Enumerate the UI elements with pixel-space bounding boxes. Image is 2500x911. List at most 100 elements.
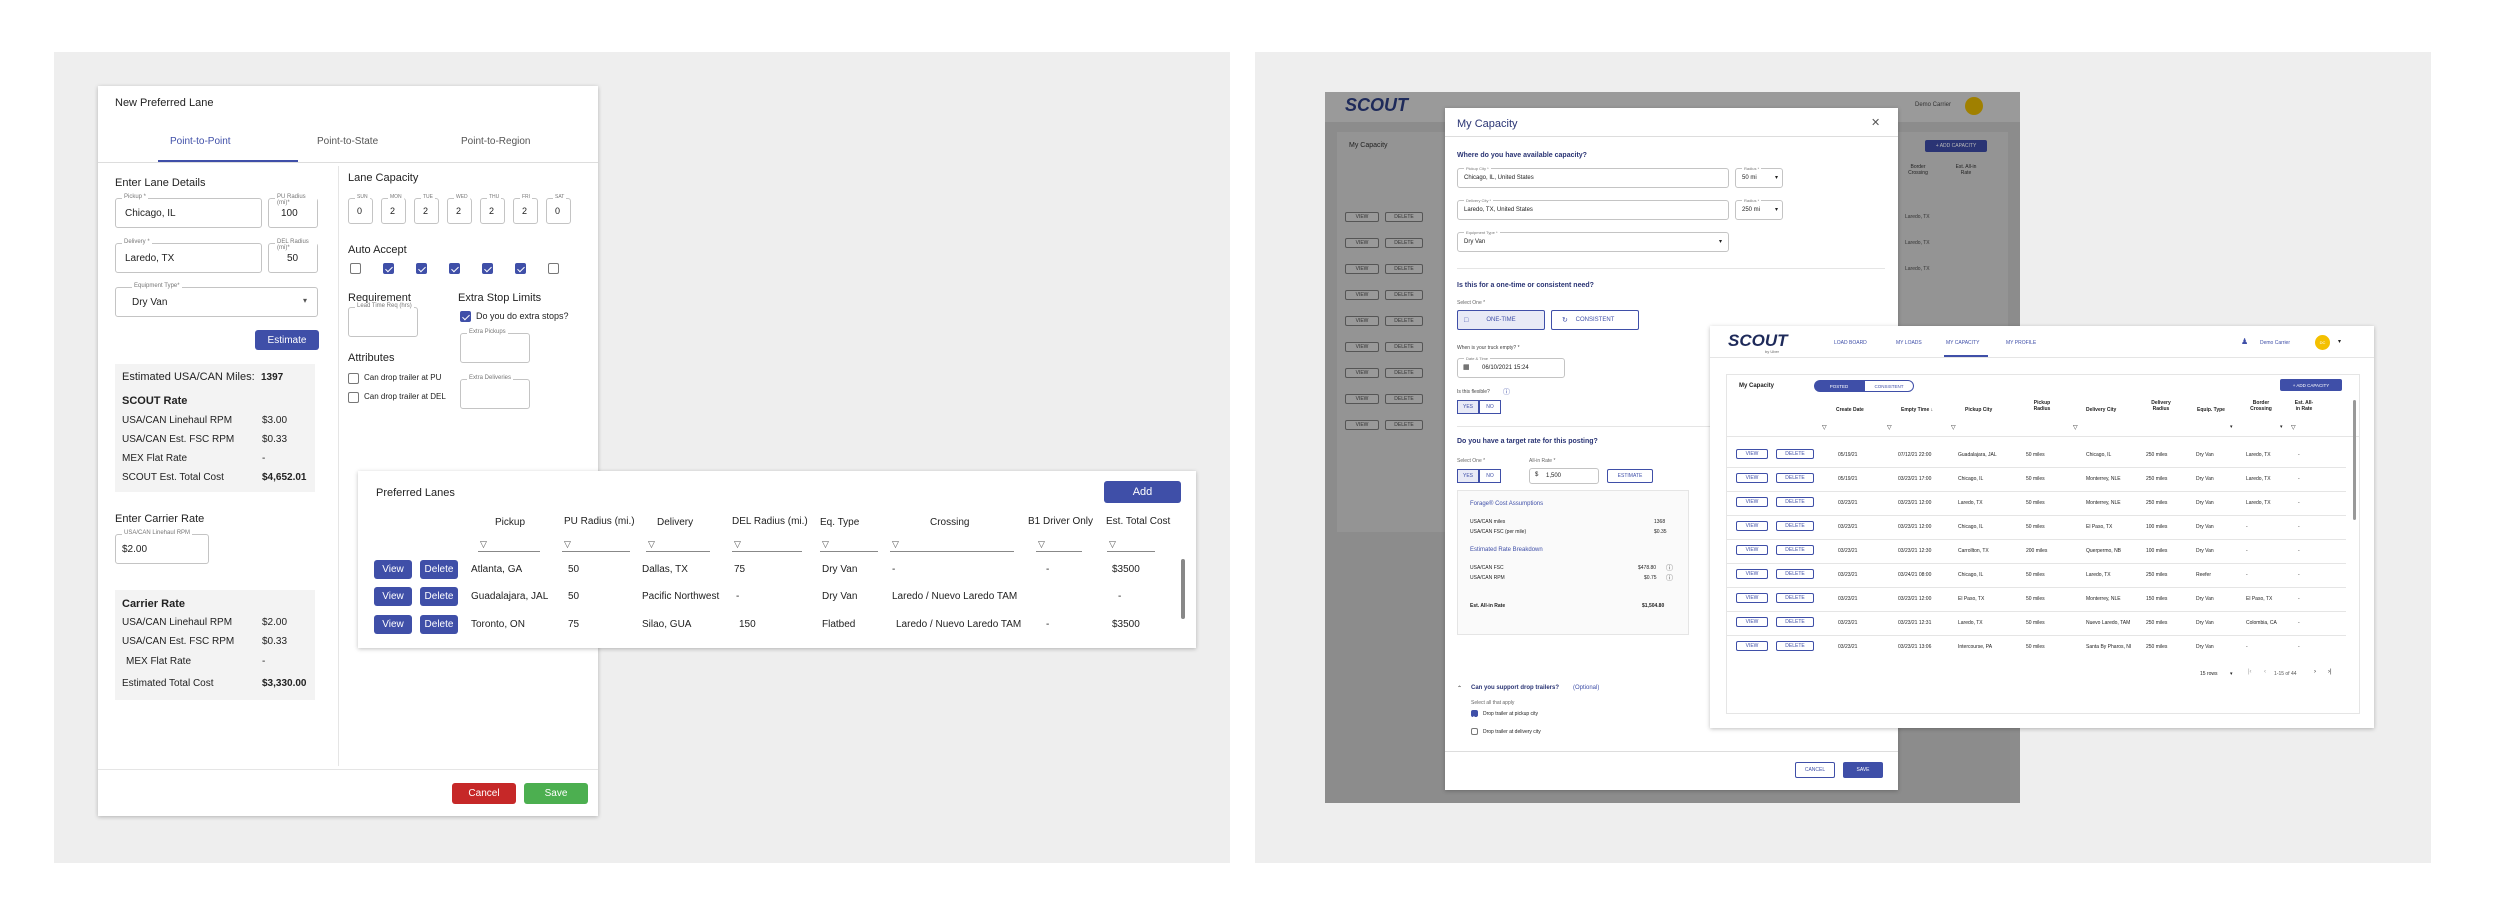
filter-icon[interactable]: ▽ bbox=[892, 539, 899, 550]
modal-save-button[interactable]: SAVE bbox=[1843, 762, 1883, 778]
auto-accept-mon[interactable] bbox=[383, 263, 394, 274]
equipment-select[interactable]: Equipment Type* Dry Van ▾ bbox=[115, 283, 318, 317]
chevron-down-icon[interactable]: ▾ bbox=[2280, 424, 2283, 430]
radius1-select[interactable]: Radius * 50 mi ▾ bbox=[1735, 166, 1783, 188]
delete-button[interactable]: DELETE bbox=[1776, 449, 1814, 459]
filter-icon[interactable]: ▽ bbox=[480, 539, 487, 550]
pickup-field[interactable]: Pickup * Chicago, IL bbox=[115, 194, 262, 228]
delete-button[interactable]: DELETE bbox=[1776, 641, 1814, 651]
filter-icon[interactable]: ▽ bbox=[2291, 424, 2296, 431]
drop-pickup-checkbox[interactable] bbox=[1471, 710, 1478, 717]
day-sat[interactable]: SAT 0 bbox=[546, 194, 571, 224]
toggle-consistent[interactable]: CONSISTENT bbox=[1864, 380, 1914, 392]
day-thu[interactable]: THU 2 bbox=[480, 194, 505, 224]
extra-stops-checkbox[interactable] bbox=[460, 311, 471, 322]
carrier-rpm-field[interactable]: USA/CAN Linehaul RPM $2.00 bbox=[115, 530, 209, 564]
view-button[interactable]: VIEW bbox=[1736, 545, 1768, 555]
filter-icon[interactable]: ▽ bbox=[734, 539, 741, 550]
info-icon[interactable]: ⓘ bbox=[1503, 387, 1510, 397]
del-radius-field[interactable]: DEL Radius (mi)* 50 bbox=[268, 239, 318, 273]
lead-time-field[interactable]: Lead Time Req (hrs) bbox=[348, 303, 418, 337]
modal-cancel-button[interactable]: CANCEL bbox=[1795, 762, 1835, 778]
next-page-icon[interactable]: › bbox=[2314, 669, 2316, 675]
info-icon[interactable]: ⓘ bbox=[1666, 563, 1673, 573]
nav-my-profile[interactable]: MY PROFILE bbox=[2006, 340, 2036, 346]
tab-point-to-region[interactable]: Point-to-Region bbox=[461, 136, 530, 147]
auto-accept-wed[interactable] bbox=[449, 263, 460, 274]
view-button[interactable]: View bbox=[374, 560, 412, 579]
view-button[interactable]: VIEW bbox=[1736, 497, 1768, 507]
filter-icon[interactable]: ▽ bbox=[648, 539, 655, 550]
one-time-option[interactable]: □ ONE-TIME bbox=[1457, 310, 1545, 330]
delete-button[interactable]: DELETE bbox=[1776, 497, 1814, 507]
all-in-rate-field[interactable]: $1,500 bbox=[1529, 468, 1599, 484]
flexible-yes[interactable]: YES bbox=[1457, 400, 1479, 414]
filter-icon[interactable]: ▽ bbox=[1109, 539, 1116, 550]
view-button[interactable]: VIEW bbox=[1736, 521, 1768, 531]
target-rate-yes[interactable]: YES bbox=[1457, 469, 1479, 483]
estimate-button[interactable]: ESTIMATE bbox=[1607, 469, 1653, 483]
nav-my-capacity[interactable]: MY CAPACITY bbox=[1946, 340, 1979, 346]
delete-button[interactable]: Delete bbox=[420, 615, 458, 634]
add-capacity-button[interactable]: + ADD CAPACITY bbox=[2280, 379, 2342, 391]
delete-button[interactable]: DELETE bbox=[1776, 521, 1814, 531]
extra-deliveries-field[interactable]: Extra Deliveries bbox=[460, 375, 530, 409]
auto-accept-thu[interactable] bbox=[482, 263, 493, 274]
last-page-icon[interactable]: ›| bbox=[2328, 669, 2332, 675]
date-time-field[interactable]: Date & Time ▦ 06/10/2021 15:24 bbox=[1457, 356, 1565, 378]
day-sun[interactable]: SUN 0 bbox=[348, 194, 373, 224]
delete-button[interactable]: Delete bbox=[420, 587, 458, 606]
info-icon[interactable]: ⓘ bbox=[1666, 573, 1673, 583]
attr-pu-checkbox[interactable] bbox=[348, 373, 359, 384]
drop-delivery-checkbox[interactable] bbox=[1471, 728, 1478, 735]
extra-pickups-field[interactable]: Extra Pickups bbox=[460, 329, 530, 363]
rows-per-page[interactable]: 15 rows bbox=[2200, 671, 2218, 677]
filter-icon[interactable]: ▽ bbox=[1038, 539, 1045, 550]
table-scrollbar[interactable] bbox=[1181, 559, 1185, 619]
delete-button[interactable]: DELETE bbox=[1776, 617, 1814, 627]
delete-button[interactable]: DELETE bbox=[1776, 473, 1814, 483]
filter-icon[interactable]: ▽ bbox=[1887, 424, 1892, 431]
auto-accept-tue[interactable] bbox=[416, 263, 427, 274]
delete-button[interactable]: DELETE bbox=[1776, 569, 1814, 579]
view-button[interactable]: VIEW bbox=[1736, 569, 1768, 579]
chevron-down-icon[interactable]: ▾ bbox=[2230, 671, 2233, 677]
view-button[interactable]: View bbox=[374, 587, 412, 606]
day-fri[interactable]: FRI 2 bbox=[513, 194, 538, 224]
pickup-city-field[interactable]: Pickup City * Chicago, IL, United States bbox=[1457, 166, 1729, 188]
toggle-posted[interactable]: POSTED bbox=[1814, 380, 1864, 392]
nav-my-loads[interactable]: MY LOADS bbox=[1896, 340, 1922, 346]
auto-accept-sun[interactable] bbox=[350, 263, 361, 274]
add-lane-button[interactable]: Add bbox=[1104, 481, 1181, 503]
day-wed[interactable]: WED 2 bbox=[447, 194, 472, 224]
view-button[interactable]: View bbox=[374, 615, 412, 634]
target-rate-no[interactable]: NO bbox=[1479, 469, 1501, 483]
pu-radius-field[interactable]: PU Radius (mi)* 100 bbox=[268, 194, 318, 228]
chevron-down-icon[interactable]: ▾ bbox=[2230, 424, 2233, 430]
attr-del-checkbox[interactable] bbox=[348, 392, 359, 403]
tab-point-to-point[interactable]: Point-to-Point bbox=[170, 136, 231, 147]
first-page-icon[interactable]: |‹ bbox=[2248, 669, 2252, 675]
view-button[interactable]: VIEW bbox=[1736, 641, 1768, 651]
view-button[interactable]: VIEW bbox=[1736, 617, 1768, 627]
filter-icon[interactable]: ▽ bbox=[564, 539, 571, 550]
filter-icon[interactable]: ▽ bbox=[822, 539, 829, 550]
auto-accept-fri[interactable] bbox=[515, 263, 526, 274]
radius2-select[interactable]: Radius * 250 mi ▾ bbox=[1735, 198, 1783, 220]
view-button[interactable]: VIEW bbox=[1736, 473, 1768, 483]
filter-icon[interactable]: ▽ bbox=[2073, 424, 2078, 431]
flexible-no[interactable]: NO bbox=[1479, 400, 1501, 414]
equipment-type-select[interactable]: Equipment Type * Dry Van ▾ bbox=[1457, 230, 1729, 252]
save-button[interactable]: Save bbox=[524, 783, 588, 804]
people-icon[interactable]: ♟ bbox=[2241, 337, 2248, 346]
auto-accept-sat[interactable] bbox=[548, 263, 559, 274]
consistent-option[interactable]: ↻ CONSISTENT bbox=[1551, 310, 1639, 330]
delete-button[interactable]: DELETE bbox=[1776, 593, 1814, 603]
delete-button[interactable]: Delete bbox=[420, 560, 458, 579]
chevron-up-icon[interactable]: ⌃ bbox=[1457, 685, 1462, 692]
day-mon[interactable]: MON 2 bbox=[381, 194, 406, 224]
avatar[interactable]: DC bbox=[2315, 335, 2330, 350]
front-scrollbar[interactable] bbox=[2353, 400, 2356, 520]
tab-point-to-state[interactable]: Point-to-State bbox=[317, 136, 378, 147]
day-tue[interactable]: TUE 2 bbox=[414, 194, 439, 224]
